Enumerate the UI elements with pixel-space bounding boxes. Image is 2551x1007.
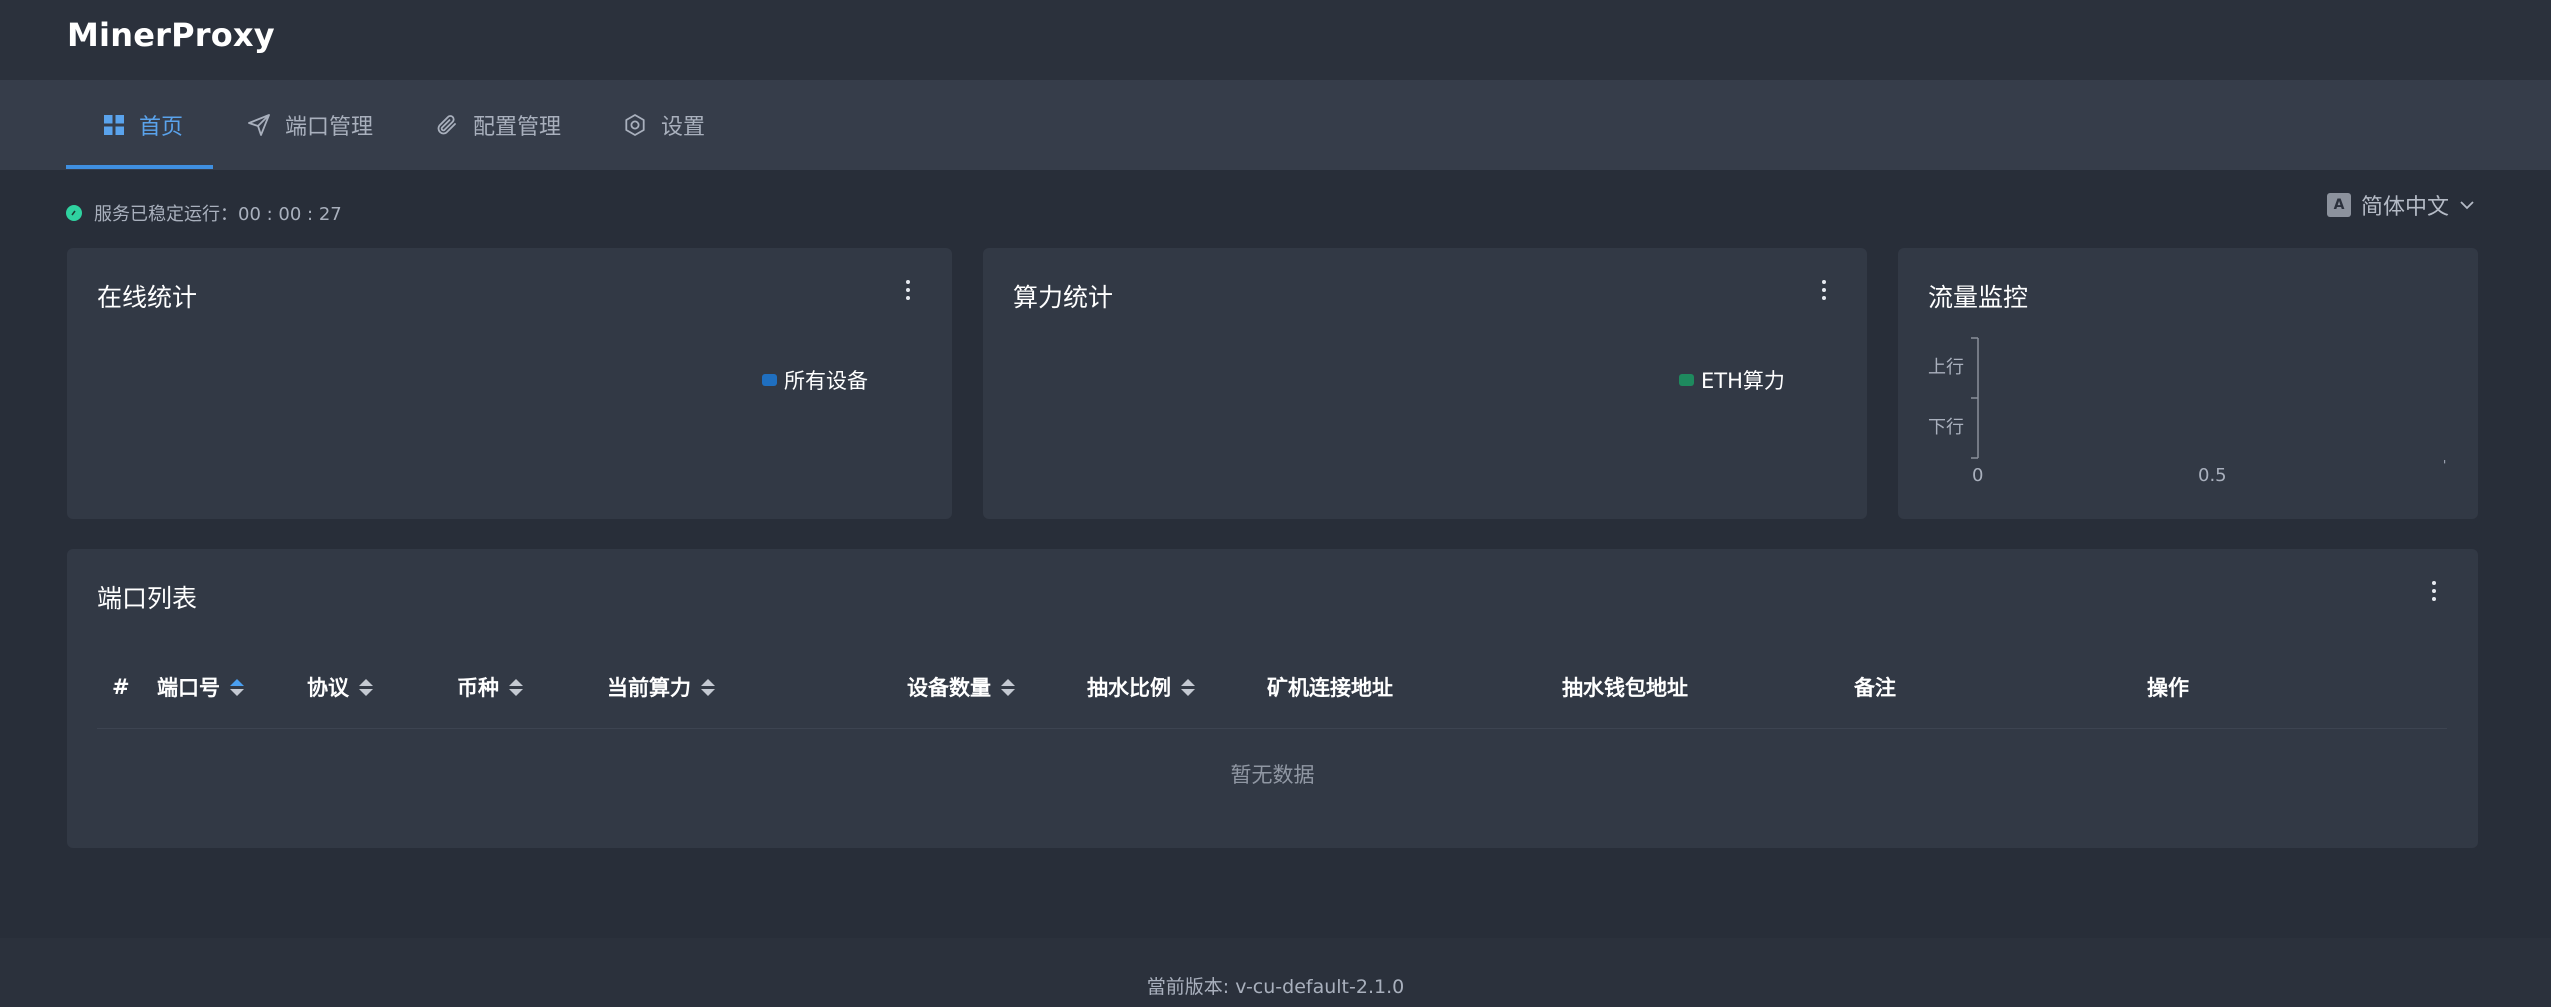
sort-icon[interactable]	[359, 678, 373, 696]
top-bar: MinerProxy	[0, 0, 2551, 80]
sort-icon[interactable]	[230, 678, 244, 696]
column-header-fee-ratio[interactable]: 抽水比例	[1087, 646, 1267, 729]
service-status: 服务已稳定运行：00 : 00 : 27	[66, 200, 342, 226]
column-header-hashrate[interactable]: 当前算力	[607, 646, 907, 729]
legend-label: 所有设备	[784, 369, 868, 393]
port-table: # 端口号 协议 币种 当前算力 设备数量 抽水比例 矿机连接地址 抽水钱包地址…	[97, 646, 2447, 729]
online-stats-card: 在线统计 所有设备	[67, 248, 952, 519]
grid-icon	[104, 115, 124, 135]
card-title: 算力统计	[1013, 283, 1114, 312]
more-menu-icon[interactable]	[1814, 275, 1834, 305]
language-selector[interactable]: A 简体中文	[2326, 160, 2475, 250]
column-header-remark: 备注	[1854, 646, 2147, 729]
paperclip-icon	[437, 115, 456, 135]
column-header-miner-address: 矿机连接地址	[1267, 646, 1562, 729]
more-menu-icon[interactable]	[898, 275, 918, 305]
sort-icon[interactable]	[1181, 678, 1195, 696]
card-title: 端口列表	[97, 584, 198, 613]
empty-table-text: 暂无数据	[1230, 763, 1315, 787]
column-header-index: #	[97, 646, 157, 729]
nav-item-home[interactable]: 首页	[103, 80, 183, 170]
legend-swatch	[762, 374, 777, 386]
port-list-card: 端口列表 # 端口号 协议 币种 当前算力 设备数量 抽水比例 矿机连接地址 抽…	[67, 549, 2478, 848]
nav-item-label: 设置	[661, 115, 706, 140]
translate-icon: A	[2326, 193, 2351, 217]
legend-label: ETH算力	[1701, 369, 1785, 393]
nav-item-label: 首页	[139, 115, 184, 140]
sort-icon[interactable]	[701, 678, 715, 696]
column-header-port[interactable]: 端口号	[157, 646, 307, 729]
more-menu-icon[interactable]	[2424, 576, 2444, 606]
send-icon	[248, 114, 270, 136]
footer: 當前版本: v-cu-default-2.1.0	[0, 938, 2551, 1007]
column-header-protocol[interactable]: 协议	[307, 646, 457, 729]
legend-all-devices[interactable]: 所有设备	[762, 365, 868, 395]
x-tick-label: 0	[1972, 465, 1984, 486]
traffic-chart	[1971, 337, 1979, 459]
sort-icon[interactable]	[509, 678, 523, 696]
nav-item-label: 配置管理	[473, 115, 562, 140]
table-header-row: # 端口号 协议 币种 当前算力 设备数量 抽水比例 矿机连接地址 抽水钱包地址…	[97, 646, 2447, 729]
sort-icon[interactable]	[1001, 678, 1015, 696]
hashrate-stats-card: 算力统计 ETH算力	[983, 248, 1867, 519]
legend-swatch	[1679, 374, 1694, 386]
column-header-coin[interactable]: 币种	[457, 646, 607, 729]
x-tick-label: '	[2443, 458, 2447, 472]
gear-icon	[625, 114, 645, 136]
column-header-wallet-address: 抽水钱包地址	[1562, 646, 1854, 729]
y-category-label: 下行	[1928, 417, 1964, 438]
legend-eth-hashrate[interactable]: ETH算力	[1679, 365, 1785, 395]
card-title: 在线统计	[97, 283, 198, 312]
nav-bar: 首页 端口管理 配置管理 设置 A 简体中文	[0, 80, 2551, 220]
nav-item-label: 端口管理	[285, 115, 374, 140]
nav-item-ports[interactable]: 端口管理	[247, 80, 373, 170]
uptime-text: 服务已稳定运行：00 : 00 : 27	[94, 204, 342, 225]
y-category-label: 上行	[1928, 357, 1964, 378]
column-header-device-count[interactable]: 设备数量	[907, 646, 1087, 729]
chevron-down-icon	[2460, 201, 2474, 210]
uptime-icon	[66, 205, 82, 221]
x-tick-label: 0.5	[2198, 465, 2227, 486]
app-logo[interactable]: MinerProxy	[67, 16, 275, 54]
nav-item-settings[interactable]: 设置	[623, 80, 705, 170]
active-tab-indicator	[66, 165, 213, 169]
nav-item-config[interactable]: 配置管理	[435, 80, 561, 170]
traffic-monitor-card: 流量监控 上行 下行 0 0.5 '	[1898, 248, 2478, 519]
version-text: 當前版本: v-cu-default-2.1.0	[1146, 976, 1405, 998]
column-header-actions: 操作	[2147, 646, 2447, 729]
language-label: 简体中文	[2360, 195, 2449, 220]
